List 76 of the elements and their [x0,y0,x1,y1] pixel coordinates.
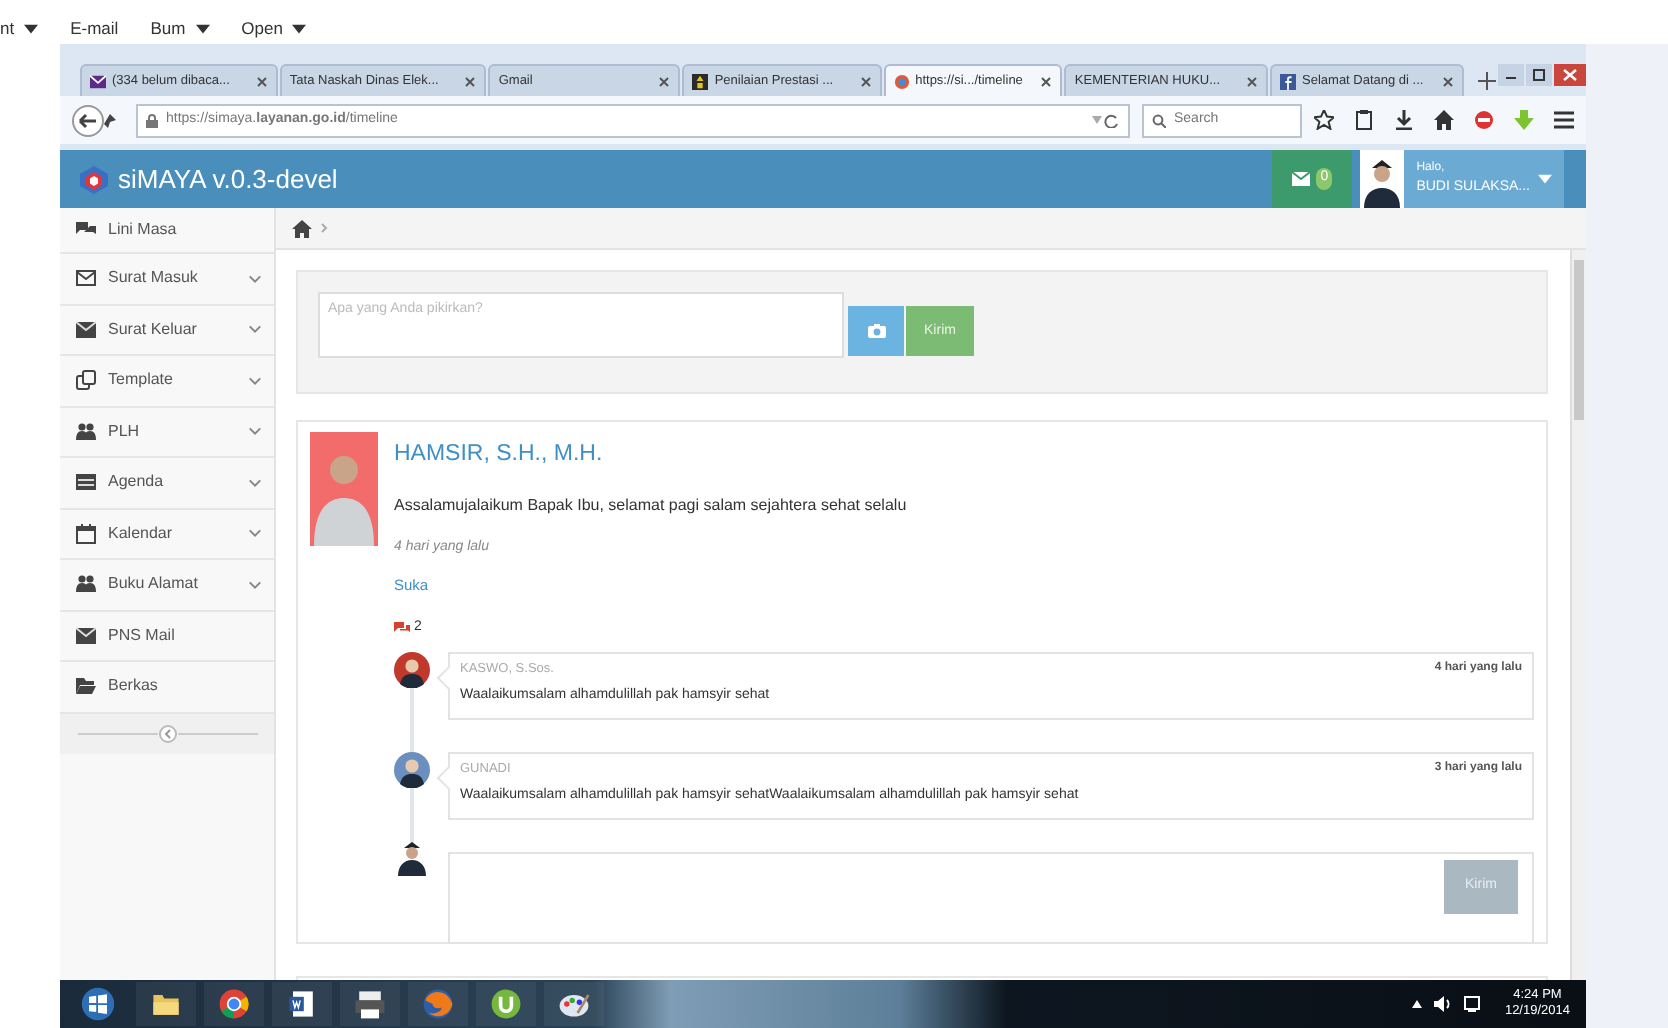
tab-favicon-icon [90,73,106,89]
action-center-icon[interactable] [1464,996,1481,1012]
tray-arrow-icon[interactable] [1412,1000,1423,1008]
reload-icon[interactable] [1092,113,1120,127]
avatar [394,651,430,688]
sidebar-item[interactable]: Buku Alamat [60,560,274,611]
home-icon[interactable] [1434,110,1454,130]
close-icon[interactable] [464,75,477,87]
envelope-icon [76,319,96,340]
menu-item[interactable]: Open [241,12,307,44]
taskbar-button[interactable] [476,982,536,1026]
scrollbar-thumb[interactable] [1574,260,1584,421]
sidebar-item[interactable]: Surat Keluar [60,305,274,356]
bookmark-star-icon[interactable] [1314,110,1334,130]
folder-icon [76,676,96,697]
envelope-icon [76,625,96,646]
chat-icon [76,220,96,240]
users-icon [76,421,96,442]
menu-label[interactable]: Bum [150,15,186,41]
addon-icon[interactable] [1474,110,1494,130]
inbox-icon [76,268,96,289]
copy-icon [76,370,96,391]
sidebar-item[interactable]: PLH [60,407,274,458]
lock-icon [146,113,158,127]
avatar [310,432,378,547]
caret-icon [1538,174,1552,184]
users-icon [76,574,96,595]
new-tab-icon[interactable] [1477,72,1496,90]
avatar [394,751,430,788]
table-icon [76,472,96,493]
taskbar-button[interactable] [272,982,332,1026]
start-icon [80,986,116,1022]
sidebar-item[interactable]: Template [60,356,274,407]
sidebar-item[interactable]: Lini Masa [60,208,274,254]
close-icon[interactable] [1441,75,1454,87]
tab-favicon-icon [893,73,910,89]
clipboard-icon[interactable] [1354,110,1374,130]
taskbar-button[interactable] [544,982,604,1026]
taskbar-button[interactable] [204,982,264,1026]
menu-item[interactable]: nt [0,12,39,44]
search-icon [1152,113,1166,127]
tab-favicon-icon [692,73,709,89]
sidebar-item[interactable]: Surat Masuk [60,254,274,305]
avatar [394,839,430,876]
menu-label[interactable]: Open [241,15,283,41]
close-icon[interactable] [1040,75,1053,87]
home-icon[interactable] [292,219,312,238]
menu-item[interactable]: Bum [150,12,210,44]
post-text: Assalamujalaikum Bapak Ibu, selamat pagi salam sejahtera sehat selalu [394,493,909,518]
close-icon[interactable] [1246,75,1259,87]
download-icon[interactable] [1394,110,1414,130]
chevron-right-icon [320,222,328,235]
torrent-icon [488,986,524,1022]
camera-icon [867,324,885,339]
printer-icon [352,986,388,1022]
window-controls-icon[interactable] [1497,64,1586,88]
browser-icon [216,986,252,1022]
taskbar-button[interactable] [340,982,400,1026]
author-name[interactable]: HAMSIR, S.H., M.H. [394,438,1534,474]
menu-icon[interactable] [1554,110,1574,130]
taskbar-button[interactable] [136,982,196,1026]
sidebar-item[interactable]: Agenda [60,458,274,509]
calendar-icon [76,523,96,544]
tab-favicon-icon [1280,73,1297,89]
close-icon[interactable] [859,75,872,87]
sidebar-item[interactable]: Kalendar [60,509,274,560]
close-icon[interactable] [255,75,268,87]
app-brand[interactable]: siMAYA v.0.3-devel [118,159,338,199]
logo-icon [80,165,108,193]
close-icon[interactable] [658,75,671,87]
fox-icon [420,986,456,1022]
sidebar-item[interactable]: PNS Mail [60,611,274,662]
volume-icon[interactable] [1434,996,1453,1012]
comments-icon [394,622,410,635]
menu-label[interactable]: nt [0,15,15,41]
envelope-icon [1292,172,1311,186]
